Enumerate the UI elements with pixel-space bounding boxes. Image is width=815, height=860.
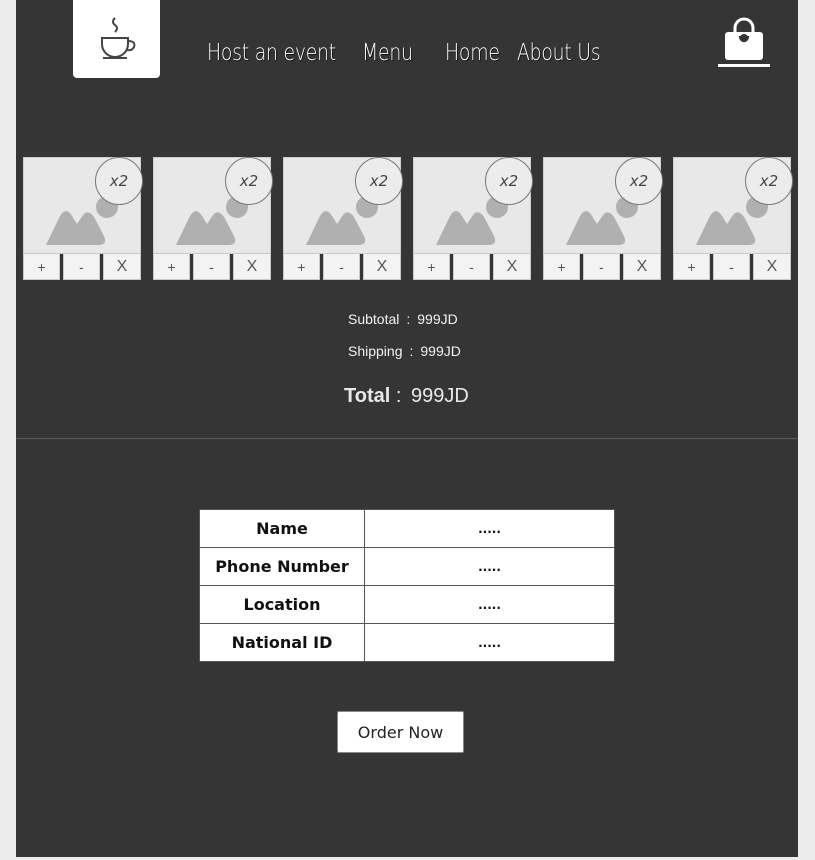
total-separator: : <box>395 385 402 407</box>
quantity-badge: x2 <box>225 157 273 205</box>
quantity-badge: x2 <box>355 157 403 205</box>
subtotal-value: 999JD <box>417 311 458 327</box>
subtotal-separator: : <box>406 311 411 327</box>
decrease-button[interactable]: - <box>63 253 100 280</box>
shipping-value: 999JD <box>420 343 461 359</box>
total-value: 999JD <box>410 385 469 407</box>
national-id-label: National ID <box>199 623 365 662</box>
decrease-button[interactable]: - <box>583 253 620 280</box>
remove-button[interactable]: X <box>493 253 531 280</box>
cart-item: x2 + - X <box>673 157 793 282</box>
shopping-bag-icon <box>718 17 770 67</box>
cart-item: x2 + - X <box>23 157 143 282</box>
remove-button[interactable]: X <box>363 253 401 280</box>
remove-button[interactable]: X <box>233 253 271 280</box>
name-field[interactable]: ..... <box>364 509 615 548</box>
total-row: Total : 999JD <box>344 385 469 408</box>
cart-item: x2 + - X <box>283 157 403 282</box>
quantity-badge: x2 <box>95 157 143 205</box>
increase-button[interactable]: + <box>413 253 450 280</box>
table-row: Name ..... <box>199 509 615 548</box>
cart-item: x2 + - X <box>543 157 663 282</box>
increase-button[interactable]: + <box>283 253 320 280</box>
name-label: Name <box>199 509 365 548</box>
shipping-row: Shipping:999JD <box>348 343 461 359</box>
table-row: Phone Number ..... <box>199 547 615 586</box>
page: Host an event Menu Home About Us x2 + - … <box>16 0 798 857</box>
location-label: Location <box>199 585 365 624</box>
decrease-button[interactable]: - <box>323 253 360 280</box>
quantity-badge: x2 <box>615 157 663 205</box>
subtotal-row: Subtotal:999JD <box>348 311 458 327</box>
phone-number-label: Phone Number <box>199 547 365 586</box>
quantity-badge: x2 <box>485 157 533 205</box>
customer-info-table: Name ..... Phone Number ..... Location .… <box>199 509 615 662</box>
coffee-cup-icon <box>100 17 135 59</box>
nav-home[interactable]: Home <box>445 40 500 66</box>
increase-button[interactable]: + <box>23 253 60 280</box>
decrease-button[interactable]: - <box>193 253 230 280</box>
nav-host-event[interactable]: Host an event <box>207 40 336 66</box>
shipping-label: Shipping <box>348 343 403 359</box>
increase-button[interactable]: + <box>153 253 190 280</box>
shipping-separator: : <box>409 343 414 359</box>
table-row: National ID ..... <box>199 623 615 662</box>
logo[interactable] <box>73 0 160 78</box>
remove-button[interactable]: X <box>623 253 661 280</box>
increase-button[interactable]: + <box>543 253 580 280</box>
cart-item: x2 + - X <box>413 157 533 282</box>
table-row: Location ..... <box>199 585 615 624</box>
quantity-badge: x2 <box>745 157 793 205</box>
national-id-field[interactable]: ..... <box>364 623 615 662</box>
remove-button[interactable]: X <box>103 253 141 280</box>
order-now-button[interactable]: Order Now <box>337 711 464 753</box>
remove-button[interactable]: X <box>753 253 791 280</box>
cart-button[interactable] <box>718 16 770 68</box>
subtotal-label: Subtotal <box>348 311 400 327</box>
nav-menu[interactable]: Menu <box>362 40 413 66</box>
cart-item: x2 + - X <box>153 157 273 282</box>
nav-about-us[interactable]: About Us <box>517 40 601 66</box>
total-label: Total <box>344 385 391 407</box>
decrease-button[interactable]: - <box>453 253 490 280</box>
phone-number-field[interactable]: ..... <box>364 547 615 586</box>
increase-button[interactable]: + <box>673 253 710 280</box>
section-divider <box>16 438 798 439</box>
decrease-button[interactable]: - <box>713 253 750 280</box>
location-field[interactable]: ..... <box>364 585 615 624</box>
